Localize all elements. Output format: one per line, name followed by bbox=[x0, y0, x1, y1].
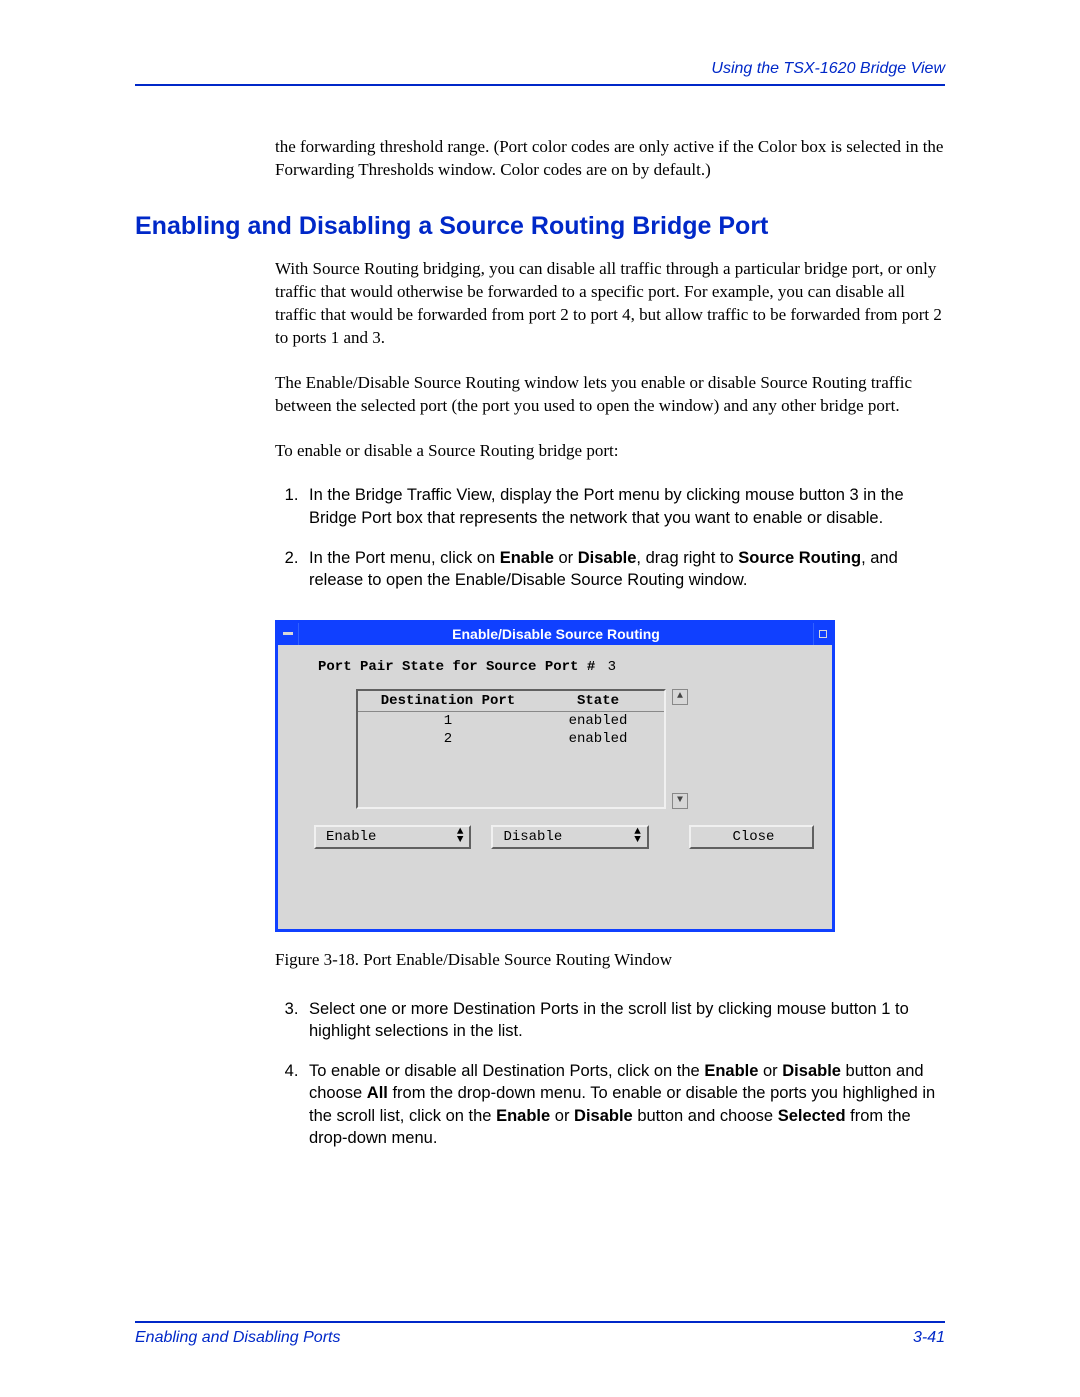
enable-button-label: Enable bbox=[326, 829, 376, 845]
step-2: In the Port menu, click on Enable or Dis… bbox=[303, 547, 945, 592]
page-header-right: Using the TSX-1620 Bridge View bbox=[135, 60, 945, 78]
step-4-bold-disable-2: Disable bbox=[574, 1107, 633, 1125]
close-button-label: Close bbox=[732, 829, 774, 845]
maximize-icon[interactable] bbox=[813, 623, 832, 645]
figure-window: Enable/Disable Source Routing Port Pair … bbox=[275, 620, 835, 932]
footer-left: Enabling and Disabling Ports bbox=[135, 1329, 340, 1347]
section-heading: Enabling and Disabling a Source Routing … bbox=[135, 212, 945, 241]
list-row[interactable]: 1 enabled bbox=[358, 712, 664, 730]
footer-rule bbox=[135, 1321, 945, 1323]
updown-icon: ▲▼ bbox=[634, 829, 641, 844]
step-4: To enable or disable all Destination Por… bbox=[303, 1060, 945, 1149]
body-paragraph-2: The Enable/Disable Source Routing window… bbox=[275, 372, 945, 418]
step-4-bold-disable: Disable bbox=[782, 1062, 841, 1080]
disable-button[interactable]: Disable ▲▼ bbox=[491, 825, 648, 849]
enable-button[interactable]: Enable ▲▼ bbox=[314, 825, 471, 849]
figure-caption: Figure 3-18. Port Enable/Disable Source … bbox=[275, 950, 945, 970]
step-4-bold-enable: Enable bbox=[704, 1062, 758, 1080]
step-4-bold-selected: Selected bbox=[778, 1107, 846, 1125]
port-pair-number: 3 bbox=[608, 659, 616, 675]
page-footer: Enabling and Disabling Ports 3-41 bbox=[135, 1313, 945, 1347]
step-2-bold-enable: Enable bbox=[500, 549, 554, 567]
footer-page-number: 3-41 bbox=[913, 1329, 945, 1347]
disable-button-label: Disable bbox=[503, 829, 562, 845]
step-1: In the Bridge Traffic View, display the … bbox=[303, 484, 945, 529]
step-4-bold-enable-2: Enable bbox=[496, 1107, 550, 1125]
list-row[interactable]: 2 enabled bbox=[358, 730, 664, 748]
body-paragraph-1: With Source Routing bridging, you can di… bbox=[275, 258, 945, 350]
updown-icon: ▲▼ bbox=[457, 829, 464, 844]
system-menu-icon[interactable] bbox=[278, 623, 299, 645]
step-2-bold-source-routing: Source Routing bbox=[738, 549, 861, 567]
scroll-down-icon[interactable]: ▼ bbox=[672, 793, 688, 809]
port-pair-label: Port Pair State for Source Port # 3 bbox=[318, 659, 814, 675]
dialog-window: Enable/Disable Source Routing Port Pair … bbox=[275, 620, 835, 932]
col-destination-port: Destination Port bbox=[358, 693, 538, 709]
scrollbar[interactable]: ▲ ▼ bbox=[672, 689, 690, 809]
header-rule bbox=[135, 84, 945, 86]
list-header: Destination Port State bbox=[358, 691, 664, 712]
step-3: Select one or more Destination Ports in … bbox=[303, 998, 945, 1043]
scroll-up-icon[interactable]: ▲ bbox=[672, 689, 688, 705]
window-title: Enable/Disable Source Routing bbox=[299, 626, 813, 642]
port-list[interactable]: Destination Port State 1 enabled 2 enabl… bbox=[356, 689, 666, 809]
steps-list-a: In the Bridge Traffic View, display the … bbox=[275, 484, 945, 591]
close-button[interactable]: Close bbox=[689, 825, 814, 849]
body-paragraph-3: To enable or disable a Source Routing br… bbox=[275, 440, 945, 463]
step-2-text: In the Port menu, click on bbox=[309, 549, 500, 567]
step-2-bold-disable: Disable bbox=[578, 549, 637, 567]
step-4-bold-all: All bbox=[367, 1084, 388, 1102]
col-state: State bbox=[538, 693, 658, 709]
steps-list-b: Select one or more Destination Ports in … bbox=[275, 998, 945, 1150]
intro-paragraph: the forwarding threshold range. (Port co… bbox=[275, 136, 945, 182]
window-titlebar[interactable]: Enable/Disable Source Routing bbox=[278, 623, 832, 645]
